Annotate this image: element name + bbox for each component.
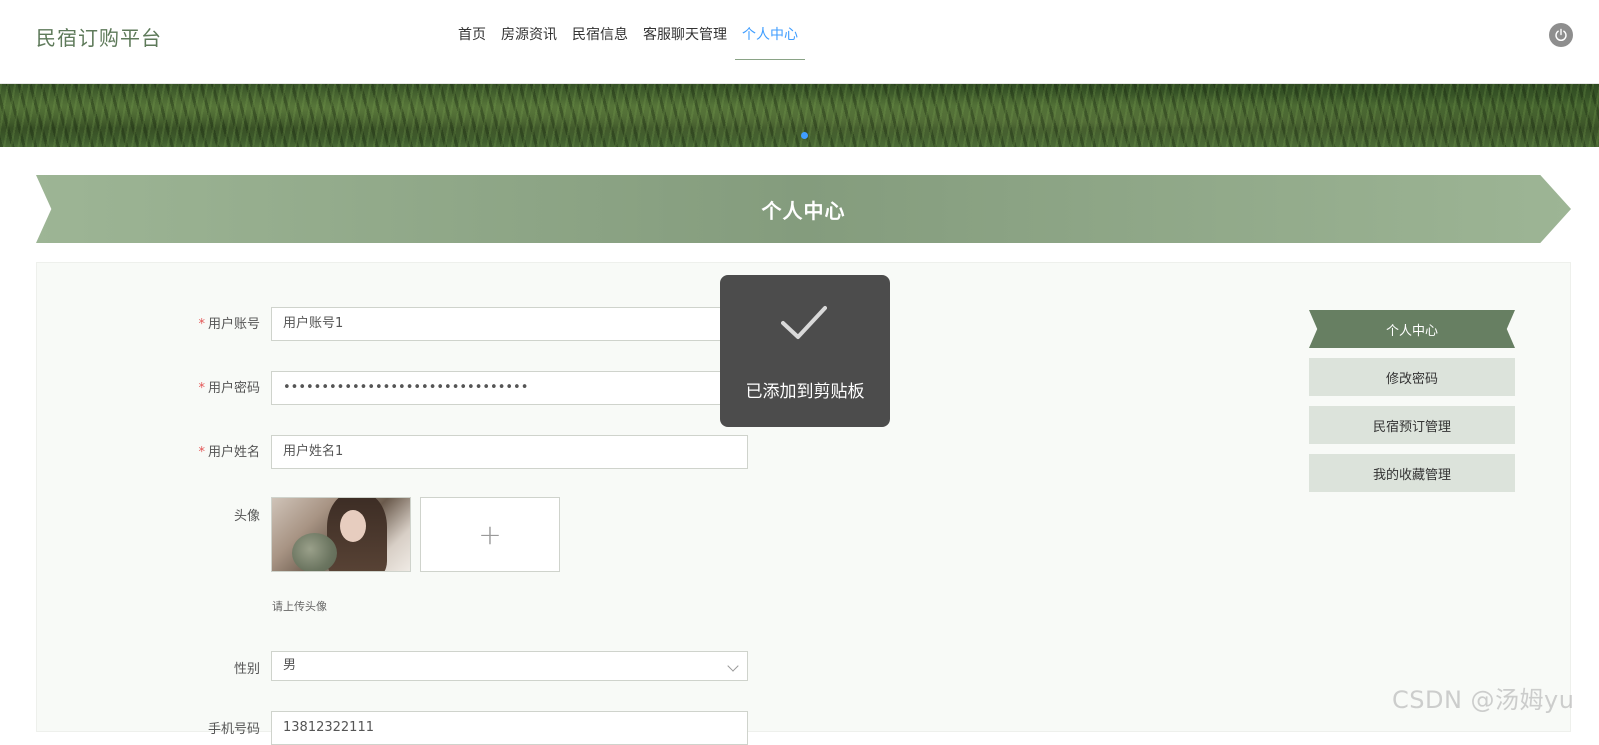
nav-customer-chat[interactable]: 客服聊天管理 [643,26,727,60]
phone-input[interactable]: 13812322111 [271,711,748,745]
menu-personal-center[interactable]: 个人中心 [1309,310,1515,348]
menu-booking-management[interactable]: 民宿预订管理 [1309,406,1515,444]
toast-message: 已添加到剪贴板 [745,382,865,402]
check-icon [781,306,827,339]
nav-homestay-info[interactable]: 民宿信息 [572,26,628,60]
nav-listings-news[interactable]: 房源资讯 [501,26,557,60]
site-logo[interactable]: 民宿订购平台 [36,22,162,51]
password-input[interactable]: •••••••••••••••••••••••••••••••• [271,371,748,405]
page-title: 个人中心 [761,198,846,223]
top-header: 民宿订购平台 首页 房源资讯 民宿信息 客服聊天管理 个人中心 [0,0,1599,84]
name-label: * 用户姓名 [198,445,260,460]
plus-icon: + [478,518,502,551]
copied-toast: 已添加到剪贴板 [720,275,890,427]
banner-grass-image [0,84,1599,147]
name-input[interactable]: 用户姓名1 [271,435,748,469]
gender-select[interactable]: 男 [271,651,748,681]
phone-label: 手机号码 [207,722,260,737]
watermark: CSDN @汤姆yu [1392,686,1575,714]
account-input[interactable]: 用户账号1 [271,307,748,341]
menu-change-password[interactable]: 修改密码 [1309,358,1515,396]
account-label: * 用户账号 [198,317,260,332]
power-icon[interactable] [1549,23,1573,47]
nav-personal-center[interactable]: 个人中心 [735,26,805,60]
nav-home[interactable]: 首页 [458,26,486,60]
menu-favorites-management[interactable]: 我的收藏管理 [1309,454,1515,492]
password-label: * 用户密码 [198,381,260,396]
avatar-label: 头像 [233,509,260,524]
avatar-image[interactable] [271,497,411,572]
banner-carousel[interactable] [0,84,1599,147]
main-nav: 首页 房源资讯 民宿信息 客服聊天管理 个人中心 [458,26,820,60]
chevron-down-icon [727,660,739,672]
carousel-indicator[interactable] [801,132,808,139]
avatar-hint: 请上传头像 [272,600,327,613]
avatar-upload-button[interactable]: + [420,497,560,572]
gender-label: 性别 [233,662,260,677]
